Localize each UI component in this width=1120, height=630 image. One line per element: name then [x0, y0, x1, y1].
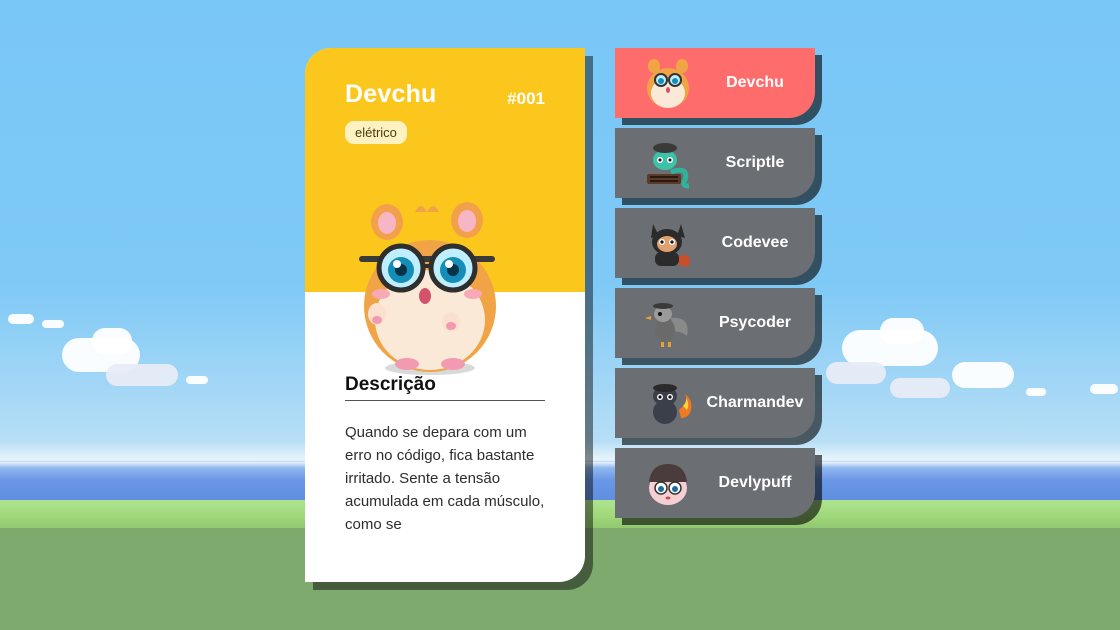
- cloud-decoration: [92, 328, 132, 354]
- list-item-label: Psycoder: [718, 314, 792, 331]
- list-item-label: Scriptle: [725, 154, 785, 171]
- cloud-decoration: [1026, 388, 1046, 396]
- lizard-flame-icon: [653, 384, 692, 424]
- cloud-decoration: [826, 362, 886, 384]
- list-item-label: Devlypuff: [718, 474, 792, 491]
- snake-keyboard-icon: [647, 143, 690, 189]
- list-item-codevee[interactable]: Codevee: [615, 208, 815, 278]
- list-item-psycoder[interactable]: Psycoder: [615, 288, 815, 358]
- cloud-decoration: [42, 320, 64, 328]
- cloud-decoration: [880, 318, 924, 344]
- list-item-devlypuff[interactable]: Devlypuff: [615, 448, 815, 518]
- list-item-label: Devchu: [726, 74, 784, 91]
- cloud-decoration: [1090, 384, 1118, 394]
- cloud-decoration: [186, 376, 208, 384]
- character-card: Devchu #001 elétrico Descrição Quando se…: [305, 48, 585, 582]
- cloud-decoration: [890, 378, 950, 398]
- list-item-charmandev[interactable]: Charmandev: [615, 368, 815, 438]
- type-badge: elétrico: [345, 121, 407, 144]
- puff-beanie-icon: [649, 464, 687, 505]
- hamster-glasses-icon: [647, 59, 689, 108]
- list-item-devchu[interactable]: Devchu: [615, 48, 815, 118]
- list-item-label: Charmandev: [706, 394, 804, 411]
- cloud-decoration: [106, 364, 178, 386]
- list-item-label: Codevee: [721, 234, 789, 251]
- cloud-decoration: [8, 314, 34, 324]
- description-text: Quando se depara com um erro no código, …: [345, 424, 545, 533]
- character-name: Devchu: [345, 80, 437, 108]
- hamster-glasses-icon: [359, 202, 496, 375]
- description-divider: [345, 400, 545, 401]
- description-title: Descrição: [345, 374, 436, 395]
- character-number: #001: [507, 89, 545, 108]
- list-item-scriptle[interactable]: Scriptle: [615, 128, 815, 198]
- app-background: Devchu #001 elétrico Descrição Quando se…: [0, 0, 1120, 630]
- duck-hat-icon: [645, 303, 688, 347]
- fox-hoodie-icon: [651, 224, 690, 267]
- cloud-decoration: [952, 362, 1014, 388]
